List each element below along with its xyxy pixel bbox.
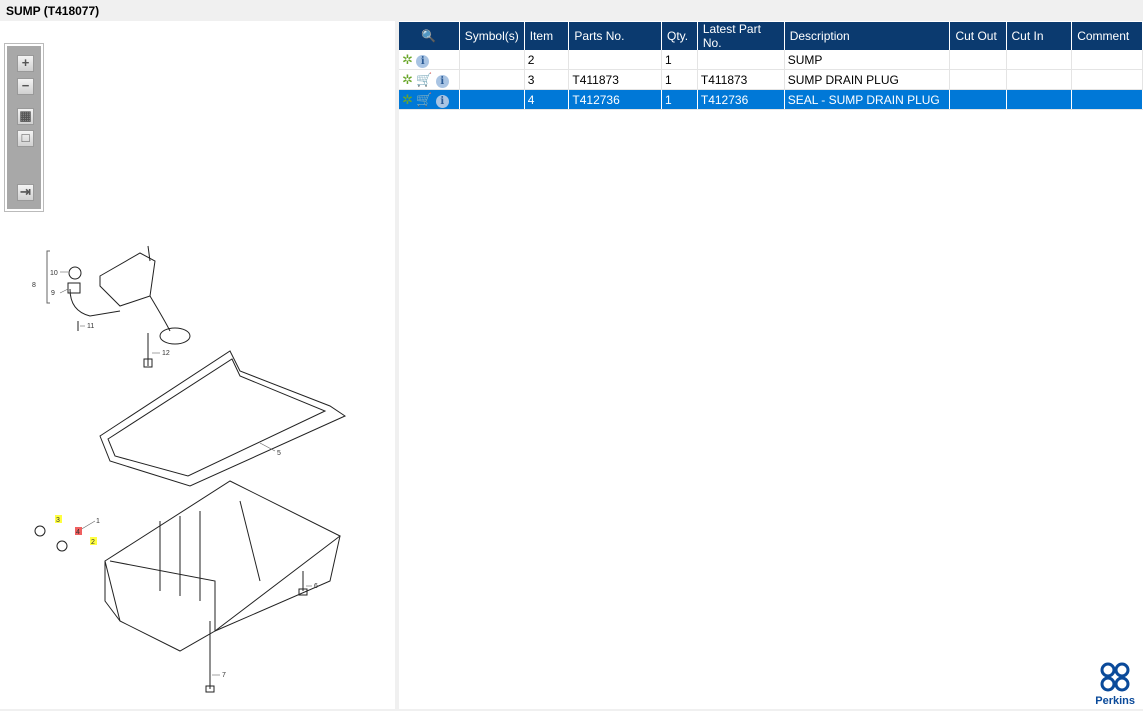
comment-cell bbox=[1071, 50, 1143, 70]
diagram-panel: + − ▦ □ ⇥ 1 2 3 4 5 6 7 8 9 10 11 12 bbox=[0, 21, 395, 709]
callout-7[interactable]: 7 bbox=[222, 672, 226, 679]
latest-part-cell: T411873 bbox=[697, 69, 785, 90]
cart-icon[interactable]: 🛒 bbox=[416, 92, 432, 107]
info-icon[interactable]: i bbox=[416, 54, 430, 68]
comment-cell bbox=[1071, 89, 1143, 110]
actual-size-button[interactable]: □ bbox=[17, 130, 34, 147]
part-number-cell: T412736 bbox=[568, 89, 663, 110]
perkins-logo-mark bbox=[1100, 662, 1130, 692]
column-header[interactable]: Latest Part No. bbox=[697, 22, 785, 50]
callout-2[interactable]: 2 bbox=[91, 539, 95, 546]
cut-in-cell bbox=[1006, 89, 1073, 110]
callout-11[interactable]: 11 bbox=[87, 323, 94, 330]
page-title: SUMP (T418077) bbox=[6, 4, 100, 18]
row-icons: ✲ 🛒 i bbox=[399, 89, 460, 110]
column-header[interactable]: Cut In bbox=[1006, 22, 1073, 50]
diagram-toolbar: + − ▦ □ ⇥ bbox=[4, 43, 44, 212]
callout-12[interactable]: 12 bbox=[162, 350, 170, 357]
part-number-cell: T411873 bbox=[568, 69, 663, 90]
cut-out-cell bbox=[949, 89, 1007, 110]
description-cell: SEAL - SUMP DRAIN PLUG bbox=[784, 89, 951, 110]
qty-cell: 1 bbox=[661, 69, 698, 90]
column-header[interactable]: Cut Out bbox=[949, 22, 1007, 50]
column-header[interactable]: Item bbox=[524, 22, 570, 50]
cut-out-cell bbox=[949, 50, 1007, 70]
fit-view-button[interactable]: ▦ bbox=[17, 108, 34, 125]
callout-6[interactable]: 6 bbox=[314, 583, 318, 590]
part-number-cell bbox=[568, 50, 663, 70]
symbols-cell bbox=[459, 69, 525, 90]
zoom-in-button[interactable]: + bbox=[17, 55, 34, 72]
symbols-cell bbox=[459, 50, 525, 70]
qty-cell: 1 bbox=[661, 89, 698, 110]
callout-4[interactable]: 4 bbox=[76, 529, 80, 536]
cut-out-cell bbox=[949, 69, 1007, 90]
export-button[interactable]: ⇥ bbox=[17, 184, 34, 201]
latest-part-cell: T412736 bbox=[697, 89, 785, 110]
symbols-cell bbox=[459, 89, 525, 110]
item-cell: 4 bbox=[524, 89, 570, 110]
column-header[interactable]: Qty. bbox=[661, 22, 698, 50]
column-header[interactable]: Comment bbox=[1071, 22, 1143, 50]
table-row[interactable]: ✲ 🛒 i 3 T411873 1 T411873 SUMP DRAIN PLU… bbox=[399, 69, 1143, 90]
item-cell: 3 bbox=[524, 69, 570, 90]
callout-1[interactable]: 1 bbox=[96, 518, 100, 525]
column-header[interactable]: Symbol(s) bbox=[459, 22, 525, 50]
cart-icon[interactable]: 🛒 bbox=[416, 72, 432, 87]
callout-3[interactable]: 3 bbox=[56, 517, 60, 524]
column-header[interactable]: Description bbox=[784, 22, 951, 50]
cut-in-cell bbox=[1006, 50, 1073, 70]
cut-in-cell bbox=[1006, 69, 1073, 90]
table-row[interactable]: ✲ 🛒 i 4 T412736 1 T412736 SEAL - SUMP DR… bbox=[399, 89, 1143, 110]
latest-part-cell bbox=[697, 50, 785, 70]
row-icons: ✲ i bbox=[399, 50, 460, 70]
gear-icon[interactable]: ✲ bbox=[402, 92, 413, 107]
magnifier-icon: 🔍 bbox=[421, 29, 437, 43]
perkins-logo: Perkins bbox=[1095, 662, 1135, 707]
callout-9[interactable]: 9 bbox=[51, 290, 55, 297]
row-icons: ✲ 🛒 i bbox=[399, 69, 460, 90]
search-column-header[interactable]: 🔍 bbox=[399, 22, 460, 50]
gear-icon[interactable]: ✲ bbox=[402, 52, 413, 67]
column-header[interactable]: Parts No. bbox=[568, 22, 663, 50]
callout-8[interactable]: 8 bbox=[32, 282, 36, 289]
logo-text: Perkins bbox=[1095, 695, 1135, 707]
parts-list-panel: 🔍 Symbol(s) Item Parts No. Qty. Latest P… bbox=[399, 21, 1143, 709]
gear-icon[interactable]: ✲ bbox=[402, 72, 413, 87]
info-icon[interactable]: i bbox=[435, 74, 449, 88]
callout-10[interactable]: 10 bbox=[50, 270, 58, 277]
comment-cell bbox=[1071, 69, 1143, 90]
description-cell: SUMP bbox=[784, 50, 951, 70]
exploded-diagram[interactable]: 1 2 3 4 5 6 7 8 9 10 11 12 bbox=[0, 211, 395, 711]
qty-cell: 1 bbox=[661, 50, 698, 70]
zoom-out-button[interactable]: − bbox=[17, 78, 34, 95]
parts-table: 🔍 Symbol(s) Item Parts No. Qty. Latest P… bbox=[399, 22, 1143, 110]
callout-5[interactable]: 5 bbox=[277, 450, 281, 457]
info-icon[interactable]: i bbox=[435, 94, 449, 108]
description-cell: SUMP DRAIN PLUG bbox=[784, 69, 951, 90]
item-cell: 2 bbox=[524, 50, 570, 70]
table-row[interactable]: ✲ i 2 1 SUMP bbox=[399, 50, 1143, 70]
